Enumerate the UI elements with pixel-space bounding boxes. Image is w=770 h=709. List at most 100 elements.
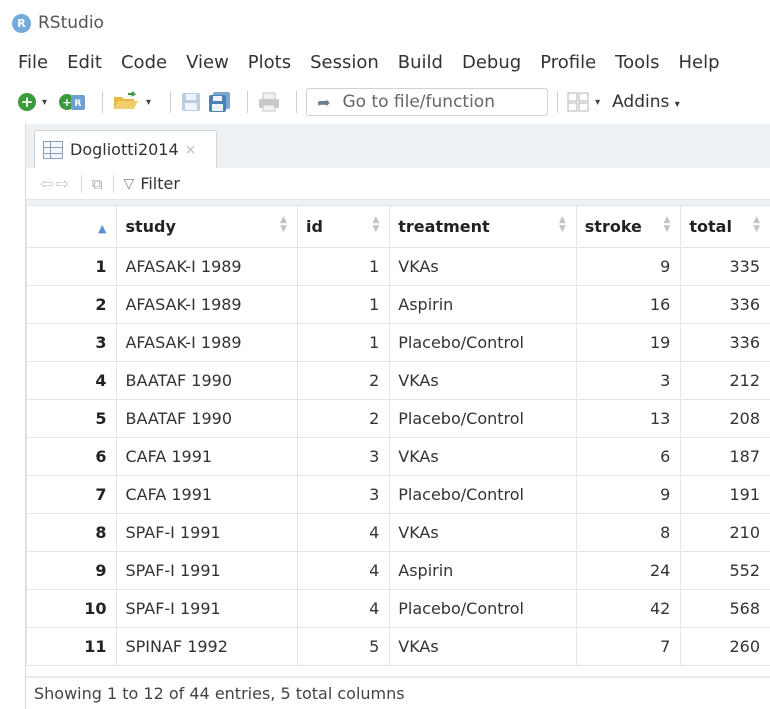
filter-button[interactable]: Filter bbox=[140, 174, 180, 193]
column-header-treatment[interactable]: treatment ▲ ▼ bbox=[389, 205, 577, 248]
column-header-label: total bbox=[689, 217, 732, 236]
go-to-file-input[interactable]: ➦ Go to file/function bbox=[306, 88, 549, 116]
pane-layout-dropdown-icon[interactable]: ▾ bbox=[595, 97, 600, 108]
back-arrow-icon[interactable]: ⇦ bbox=[40, 174, 53, 193]
cell-stroke: 42 bbox=[575, 589, 682, 628]
cell-total: 187 bbox=[680, 437, 770, 476]
table-row[interactable]: 2 AFASAK-I 1989 1 Aspirin 16 336 bbox=[26, 285, 770, 324]
menu-view[interactable]: View bbox=[186, 52, 229, 73]
folder-open-icon bbox=[114, 91, 139, 109]
cell-study: AFASAK-I 1989 bbox=[116, 247, 298, 286]
cell-study: CAFA 1991 bbox=[116, 437, 298, 476]
table-row[interactable]: 1 AFASAK-I 1989 1 VKAs 9 335 bbox=[26, 247, 770, 286]
cell-id: 3 bbox=[296, 437, 391, 476]
toolbar-separator bbox=[102, 91, 104, 113]
menu-file[interactable]: File bbox=[18, 52, 48, 73]
table-row[interactable]: 6 CAFA 1991 3 VKAs 6 187 bbox=[26, 437, 770, 476]
toolbar-separator bbox=[557, 91, 559, 113]
table-row[interactable]: 9 SPAF-I 1991 4 Aspirin 24 552 bbox=[26, 551, 770, 590]
cell-study: AFASAK-I 1989 bbox=[116, 323, 298, 362]
addins-menu[interactable]: Addins ▾ bbox=[612, 92, 680, 112]
table-row[interactable]: 7 CAFA 1991 3 Placebo/Control 9 191 bbox=[26, 475, 770, 514]
cell-total: 335 bbox=[680, 247, 770, 286]
menu-bar: File Edit Code View Plots Session Build … bbox=[0, 46, 770, 78]
table-row[interactable]: 5 BAATAF 1990 2 Placebo/Control 13 208 bbox=[26, 399, 770, 438]
cell-stroke: 7 bbox=[575, 627, 682, 666]
cell-total: 336 bbox=[680, 323, 770, 362]
menu-build[interactable]: Build bbox=[398, 52, 443, 73]
row-number-header[interactable]: ▲ bbox=[26, 205, 118, 248]
cell-treatment: VKAs bbox=[389, 437, 577, 476]
save-button[interactable] bbox=[180, 90, 202, 114]
row-number: 1 bbox=[26, 247, 118, 286]
cell-stroke: 19 bbox=[575, 323, 682, 362]
cell-treatment: VKAs bbox=[389, 247, 577, 286]
cell-id: 1 bbox=[296, 285, 391, 324]
cell-total: 208 bbox=[680, 399, 770, 438]
cell-stroke: 16 bbox=[575, 285, 682, 324]
forward-arrow-icon[interactable]: ⇨ bbox=[55, 174, 68, 193]
entries-status-text: Showing 1 to 12 of 44 entries, 5 total c… bbox=[34, 684, 405, 703]
viewer-toolbar-separator bbox=[112, 174, 114, 193]
data-table-icon bbox=[43, 140, 63, 159]
cell-stroke: 6 bbox=[575, 437, 682, 476]
column-header-label: study bbox=[125, 217, 176, 236]
open-file-button[interactable] bbox=[112, 90, 140, 114]
row-number: 8 bbox=[26, 513, 118, 552]
cell-total: 336 bbox=[680, 285, 770, 324]
title-bar: R RStudio bbox=[0, 0, 770, 46]
cell-total: 191 bbox=[680, 475, 770, 514]
menu-debug[interactable]: Debug bbox=[462, 52, 521, 73]
row-number: 3 bbox=[26, 323, 118, 362]
cell-id: 3 bbox=[296, 475, 391, 514]
app-title: RStudio bbox=[38, 13, 104, 33]
rstudio-logo-icon: R bbox=[12, 13, 31, 33]
cell-id: 5 bbox=[296, 627, 391, 666]
column-header-stroke[interactable]: stroke ▲ ▼ bbox=[575, 205, 682, 248]
go-to-file-placeholder: Go to file/function bbox=[342, 92, 495, 112]
table-row[interactable]: 8 SPAF-I 1991 4 VKAs 8 210 bbox=[26, 513, 770, 552]
table-row[interactable]: 4 BAATAF 1990 2 VKAs 3 212 bbox=[26, 361, 770, 400]
grid-layout-icon bbox=[567, 92, 589, 112]
sort-icon: ▲ ▼ bbox=[753, 215, 760, 234]
plus-icon: + bbox=[18, 93, 36, 111]
menu-edit[interactable]: Edit bbox=[67, 52, 102, 73]
menu-session[interactable]: Session bbox=[310, 52, 379, 73]
toolbar-separator bbox=[247, 91, 249, 113]
open-file-dropdown-icon[interactable]: ▾ bbox=[146, 97, 151, 108]
save-all-button[interactable] bbox=[208, 90, 232, 114]
row-number: 11 bbox=[26, 627, 118, 666]
cell-id: 4 bbox=[296, 513, 391, 552]
pane-layout-button[interactable] bbox=[567, 90, 589, 114]
popout-window-icon[interactable]: ⧉ bbox=[92, 175, 103, 193]
new-file-dropdown-icon[interactable]: ▾ bbox=[42, 97, 47, 108]
new-file-button[interactable]: + bbox=[18, 90, 36, 114]
cell-stroke: 24 bbox=[575, 551, 682, 590]
tab-close-icon[interactable]: × bbox=[185, 142, 197, 158]
print-button[interactable] bbox=[257, 90, 281, 114]
menu-tools[interactable]: Tools bbox=[615, 52, 659, 73]
menu-profile[interactable]: Profile bbox=[540, 52, 596, 73]
viewer-toolbar: ⇦ ⇨ ⧉ ▽ Filter bbox=[26, 168, 770, 200]
new-project-button[interactable]: + R bbox=[57, 90, 87, 114]
table-row[interactable]: 3 AFASAK-I 1989 1 Placebo/Control 19 336 bbox=[26, 323, 770, 362]
tab-dogliotti2014[interactable]: Dogliotti2014 × bbox=[34, 130, 217, 168]
menu-code[interactable]: Code bbox=[121, 52, 167, 73]
go-to-arrow-icon: ➦ bbox=[317, 92, 331, 112]
cell-stroke: 9 bbox=[575, 475, 682, 514]
row-number: 5 bbox=[26, 399, 118, 438]
column-header-study[interactable]: study ▲ ▼ bbox=[116, 205, 298, 248]
menu-help[interactable]: Help bbox=[679, 52, 720, 73]
column-header-label: treatment bbox=[398, 217, 490, 236]
table-row[interactable]: 11 SPINAF 1992 5 VKAs 7 260 bbox=[26, 627, 770, 666]
cell-treatment: Placebo/Control bbox=[389, 475, 577, 514]
cell-stroke: 8 bbox=[575, 513, 682, 552]
menu-plots[interactable]: Plots bbox=[248, 52, 291, 73]
sort-icon: ▲ ▼ bbox=[280, 215, 287, 234]
column-header-total[interactable]: total ▲ ▼ bbox=[680, 205, 770, 248]
column-header-label: id bbox=[305, 217, 323, 236]
table-row[interactable]: 10 SPAF-I 1991 4 Placebo/Control 42 568 bbox=[26, 589, 770, 628]
cell-total: 552 bbox=[680, 551, 770, 590]
cell-treatment: Placebo/Control bbox=[389, 399, 577, 438]
column-header-id[interactable]: id ▲ ▼ bbox=[296, 205, 391, 248]
